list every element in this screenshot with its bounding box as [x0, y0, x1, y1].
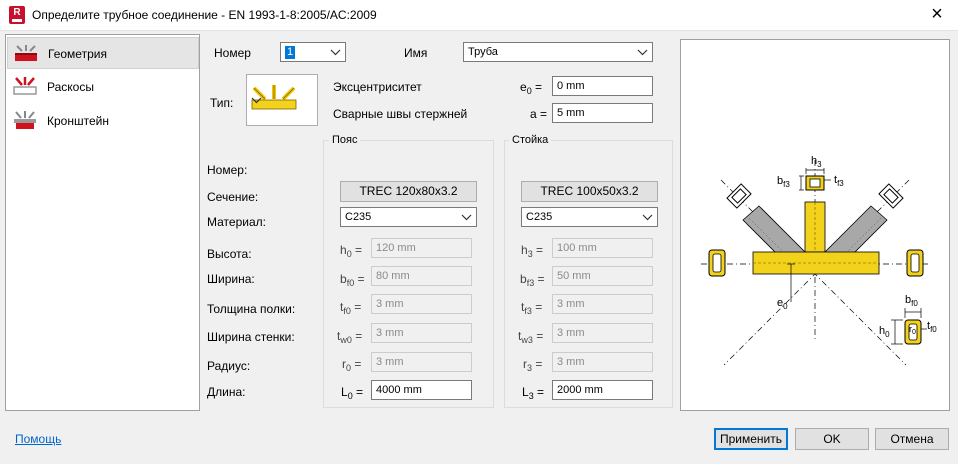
chevron-down-icon [637, 49, 648, 56]
nav-item-label: Кронштейн [47, 114, 109, 128]
name-label: Имя [404, 46, 428, 60]
row-label-material: Материал: [207, 215, 266, 229]
chord-section-button[interactable]: TREC 120x80x3.2 [340, 181, 477, 202]
chevron-down-icon [330, 49, 341, 56]
tf0-label: tf0 [927, 320, 937, 334]
chord-tf-symbol: tf0 = [340, 300, 362, 316]
row-label-length: Длина: [207, 385, 246, 399]
post-material-select[interactable]: C235 [521, 207, 658, 227]
cancel-button[interactable]: Отмена [875, 428, 949, 450]
eccentricity-label: Эксцентриситет [333, 80, 422, 94]
number-value: 1 [285, 46, 296, 59]
post-L-symbol: L3 = [522, 385, 545, 401]
nav-item-geometry[interactable]: Геометрия [7, 37, 199, 69]
number-label: Номер [214, 46, 251, 60]
chord-radius-input: 3 mm [371, 352, 472, 372]
nav-item-label: Геометрия [48, 47, 107, 61]
row-label-width: Ширина: [207, 272, 255, 286]
welds-label: Сварные швы стержней [333, 107, 468, 121]
nav-item-bracket[interactable]: Кронштейн [7, 105, 199, 137]
h0-label: h0 [879, 325, 890, 339]
eccentricity-input[interactable]: 0 mm [552, 76, 653, 96]
post-section-button[interactable]: TREC 100x50x3.2 [521, 181, 658, 202]
post-tf-symbol: tf3 = [521, 300, 543, 316]
joint-preview-drawing: h3 bf3 tf3 e0 bf0 h0 r0 tf0 [701, 155, 937, 366]
post-height-input: 100 mm [552, 238, 653, 258]
joint-preview: h3 bf3 tf3 e0 bf0 h0 r0 tf0 [680, 39, 950, 411]
chord-L-symbol: L0 = [341, 385, 364, 401]
chord-length-input[interactable]: 4000 mm [371, 380, 472, 400]
row-label-flange-thickness: Толщина полки: [207, 302, 296, 316]
row-label-number: Номер: [207, 163, 248, 177]
bf3-label: bf3 [777, 175, 790, 189]
tf3-label: tf3 [834, 174, 844, 188]
chord-group-title: Пояс [329, 134, 361, 146]
post-h-symbol: h3 = [521, 243, 544, 259]
row-label-radius: Радиус: [207, 359, 251, 373]
type-select[interactable] [246, 74, 318, 126]
chord-tw-symbol: tw0 = [337, 329, 363, 345]
post-b-symbol: bf3 = [520, 272, 545, 288]
nav-item-braces[interactable]: Раскосы [7, 71, 199, 103]
type-label: Тип: [210, 96, 234, 110]
chord-r-symbol: r0 = [342, 357, 362, 373]
name-select[interactable]: Труба [463, 42, 653, 62]
chord-material-value: C235 [345, 211, 372, 223]
chord-web-thickness-input: 3 mm [371, 323, 472, 343]
post-length-input[interactable]: 2000 mm [552, 380, 653, 400]
app-logo-icon: R [9, 6, 25, 24]
chord-geometry-icon [15, 45, 37, 61]
post-width-input: 50 mm [552, 266, 653, 286]
chevron-down-icon [461, 214, 472, 221]
chevron-down-icon [251, 97, 262, 104]
close-icon[interactable]: × [926, 3, 948, 25]
chord-height-input: 120 mm [371, 238, 472, 258]
post-web-thickness-input: 3 mm [552, 323, 653, 343]
post-radius-input: 3 mm [552, 352, 653, 372]
title-bar: R Определите трубное соединение - EN 199… [0, 0, 958, 31]
post-r-symbol: r3 = [523, 357, 543, 373]
ok-button[interactable]: OK [795, 428, 869, 450]
eccentricity-symbol: e0 = [520, 80, 543, 96]
category-list: Геометрия Раскосы Кронштейн [5, 34, 200, 411]
window-title: Определите трубное соединение - EN 1993-… [32, 8, 377, 22]
bracket-icon [14, 111, 36, 129]
chord-width-input: 80 mm [371, 266, 472, 286]
chord-flange-thickness-input: 3 mm [371, 294, 472, 314]
row-label-section: Сечение: [207, 190, 259, 204]
chord-b-symbol: bf0 = [340, 272, 365, 288]
post-tw-symbol: tw3 = [518, 329, 544, 345]
braces-icon [13, 77, 37, 95]
help-link[interactable]: Помощь [15, 432, 61, 446]
post-group-title: Стойка [509, 134, 552, 146]
nav-item-label: Раскосы [47, 80, 94, 94]
bf0-label: bf0 [905, 294, 918, 308]
chevron-down-icon [642, 214, 653, 221]
chord-h-symbol: h0 = [340, 243, 363, 259]
row-label-web-thickness: Ширина стенки: [207, 330, 295, 344]
chord-material-select[interactable]: C235 [340, 207, 477, 227]
row-label-height: Высота: [207, 247, 252, 261]
weld-input[interactable]: 5 mm [552, 103, 653, 123]
h3-label: h3 [811, 155, 822, 169]
post-material-value: C235 [526, 211, 553, 223]
e0-label: e0 [777, 297, 788, 311]
weld-symbol: a = [530, 107, 548, 121]
number-select[interactable]: 1 [280, 42, 346, 62]
apply-button[interactable]: Применить [714, 428, 788, 450]
post-flange-thickness-input: 3 mm [552, 294, 653, 314]
name-value: Труба [468, 46, 498, 58]
